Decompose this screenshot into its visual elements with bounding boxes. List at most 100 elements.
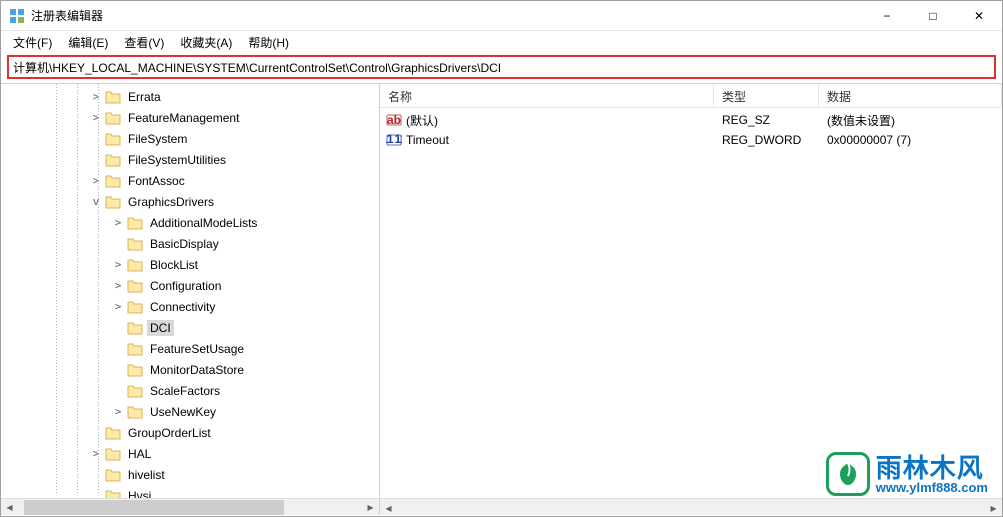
tree-item[interactable]: > Configuration xyxy=(1,275,379,296)
tree-item[interactable]: FeatureSetUsage xyxy=(1,338,379,359)
scroll-track[interactable] xyxy=(18,499,362,515)
folder-icon xyxy=(127,279,143,293)
tree-item-label: Errata xyxy=(125,89,164,105)
minimize-button[interactable]: − xyxy=(864,1,910,30)
folder-icon xyxy=(127,258,143,272)
tree-item[interactable]: > FeatureManagement xyxy=(1,107,379,128)
tree-item-label: HAL xyxy=(125,446,154,462)
svg-text:ab: ab xyxy=(387,113,401,127)
menu-favorites[interactable]: 收藏夹(A) xyxy=(172,32,240,53)
reg-binary-icon: 011 110 xyxy=(386,132,402,148)
collapse-icon[interactable]: ⅴ xyxy=(89,195,103,208)
menu-file[interactable]: 文件(F) xyxy=(5,32,60,53)
tree-guide-line xyxy=(77,84,78,494)
app-icon xyxy=(9,8,25,24)
folder-icon xyxy=(105,447,121,461)
folder-icon xyxy=(105,90,121,104)
tree-item-label: ScaleFactors xyxy=(147,383,223,399)
tree-item-label: Connectivity xyxy=(147,299,218,315)
folder-icon xyxy=(105,153,121,167)
value-row[interactable]: 011 110TimeoutREG_DWORD0x00000007 (7) xyxy=(380,130,1002,150)
folder-icon xyxy=(105,195,121,209)
tree-item-label: Configuration xyxy=(147,278,224,294)
tree-item[interactable]: > AdditionalModeLists xyxy=(1,212,379,233)
tree-item[interactable]: ScaleFactors xyxy=(1,380,379,401)
scroll-right-button[interactable]: ▸ xyxy=(985,499,1002,516)
values-header: 名称 类型 数据 xyxy=(380,84,1002,108)
window-controls: − □ ✕ xyxy=(864,1,1002,30)
tree-guide-line xyxy=(98,84,99,494)
address-text: 计算机\HKEY_LOCAL_MACHINE\SYSTEM\CurrentCon… xyxy=(13,59,501,76)
expand-icon[interactable]: > xyxy=(89,174,103,187)
tree-item-label: BasicDisplay xyxy=(147,236,222,252)
title-bar: 注册表编辑器 − □ ✕ xyxy=(1,1,1002,31)
expand-icon[interactable]: > xyxy=(111,300,125,313)
tree-item[interactable]: FileSystemUtilities xyxy=(1,149,379,170)
folder-icon xyxy=(105,426,121,440)
tree-item[interactable]: > FontAssoc xyxy=(1,170,379,191)
tree-item[interactable]: hivelist xyxy=(1,464,379,485)
close-button[interactable]: ✕ xyxy=(956,1,1002,30)
tree-item-label: hivelist xyxy=(125,467,168,483)
menu-bar: 文件(F) 编辑(E) 查看(V) 收藏夹(A) 帮助(H) xyxy=(1,31,1002,53)
tree-item[interactable]: > Connectivity xyxy=(1,296,379,317)
value-data: (数值未设置) xyxy=(819,112,1002,129)
tree-item[interactable]: MonitorDataStore xyxy=(1,359,379,380)
expand-icon[interactable]: > xyxy=(89,111,103,124)
tree-item-label: FeatureSetUsage xyxy=(147,341,247,357)
tree-item[interactable]: GroupOrderList xyxy=(1,422,379,443)
tree-item[interactable]: > Errata xyxy=(1,86,379,107)
column-type[interactable]: 类型 xyxy=(714,84,819,107)
window-title: 注册表编辑器 xyxy=(31,7,864,24)
folder-icon xyxy=(127,321,143,335)
svg-text:011 110: 011 110 xyxy=(386,132,402,146)
value-name: (默认) xyxy=(406,112,438,129)
tree-panel[interactable]: > Errata > FeatureManagement FileSystem FileS… xyxy=(1,84,380,515)
tree-item[interactable]: DCI xyxy=(1,317,379,338)
expand-icon[interactable]: > xyxy=(89,90,103,103)
tree-item[interactable]: BasicDisplay xyxy=(1,233,379,254)
value-type: REG_DWORD xyxy=(714,133,819,147)
expand-icon[interactable]: > xyxy=(111,405,125,418)
scroll-track[interactable] xyxy=(397,499,985,515)
tree-item-label: UseNewKey xyxy=(147,404,219,420)
scroll-left-button[interactable]: ◂ xyxy=(1,499,18,516)
tree-item[interactable]: ⅴ GraphicsDrivers xyxy=(1,191,379,212)
expand-icon[interactable]: > xyxy=(111,216,125,229)
scroll-left-button[interactable]: ◂ xyxy=(380,499,397,516)
maximize-button[interactable]: □ xyxy=(910,1,956,30)
tree-horizontal-scrollbar[interactable]: ◂ ▸ xyxy=(1,498,379,515)
folder-icon xyxy=(105,468,121,482)
menu-edit[interactable]: 编辑(E) xyxy=(60,32,116,53)
tree-item[interactable]: FileSystem xyxy=(1,128,379,149)
folder-icon xyxy=(105,111,121,125)
reg-string-icon: ab xyxy=(386,112,402,128)
folder-icon xyxy=(127,363,143,377)
tree-item-label: DCI xyxy=(147,320,174,336)
folder-icon xyxy=(127,300,143,314)
folder-icon xyxy=(127,405,143,419)
column-name[interactable]: 名称 xyxy=(380,84,714,107)
tree-guide-line xyxy=(56,84,57,494)
tree-item[interactable]: > HAL xyxy=(1,443,379,464)
tree-item[interactable]: >BlockList xyxy=(1,254,379,275)
expand-icon[interactable]: > xyxy=(89,447,103,460)
address-bar[interactable]: 计算机\HKEY_LOCAL_MACHINE\SYSTEM\CurrentCon… xyxy=(7,55,996,79)
tree-item[interactable]: > UseNewKey xyxy=(1,401,379,422)
value-row[interactable]: ab(默认)REG_SZ(数值未设置) xyxy=(380,110,1002,130)
scroll-thumb[interactable] xyxy=(24,500,284,515)
tree-item-label: FeatureManagement xyxy=(125,110,242,126)
list-horizontal-scrollbar[interactable]: ◂ ▸ xyxy=(380,498,1002,515)
menu-view[interactable]: 查看(V) xyxy=(116,32,172,53)
menu-help[interactable]: 帮助(H) xyxy=(240,32,297,53)
expand-icon[interactable]: > xyxy=(111,258,125,271)
tree-item-label: GraphicsDrivers xyxy=(125,194,217,210)
column-data[interactable]: 数据 xyxy=(819,84,1002,107)
tree-item-label: FontAssoc xyxy=(125,173,188,189)
expand-icon[interactable]: > xyxy=(111,279,125,292)
scroll-right-button[interactable]: ▸ xyxy=(362,499,379,516)
tree-item-label: FileSystem xyxy=(125,131,190,147)
folder-icon xyxy=(105,174,121,188)
values-list[interactable]: ab(默认)REG_SZ(数值未设置)011 110TimeoutREG_DWO… xyxy=(380,108,1002,498)
tree-item-label: AdditionalModeLists xyxy=(147,215,260,231)
